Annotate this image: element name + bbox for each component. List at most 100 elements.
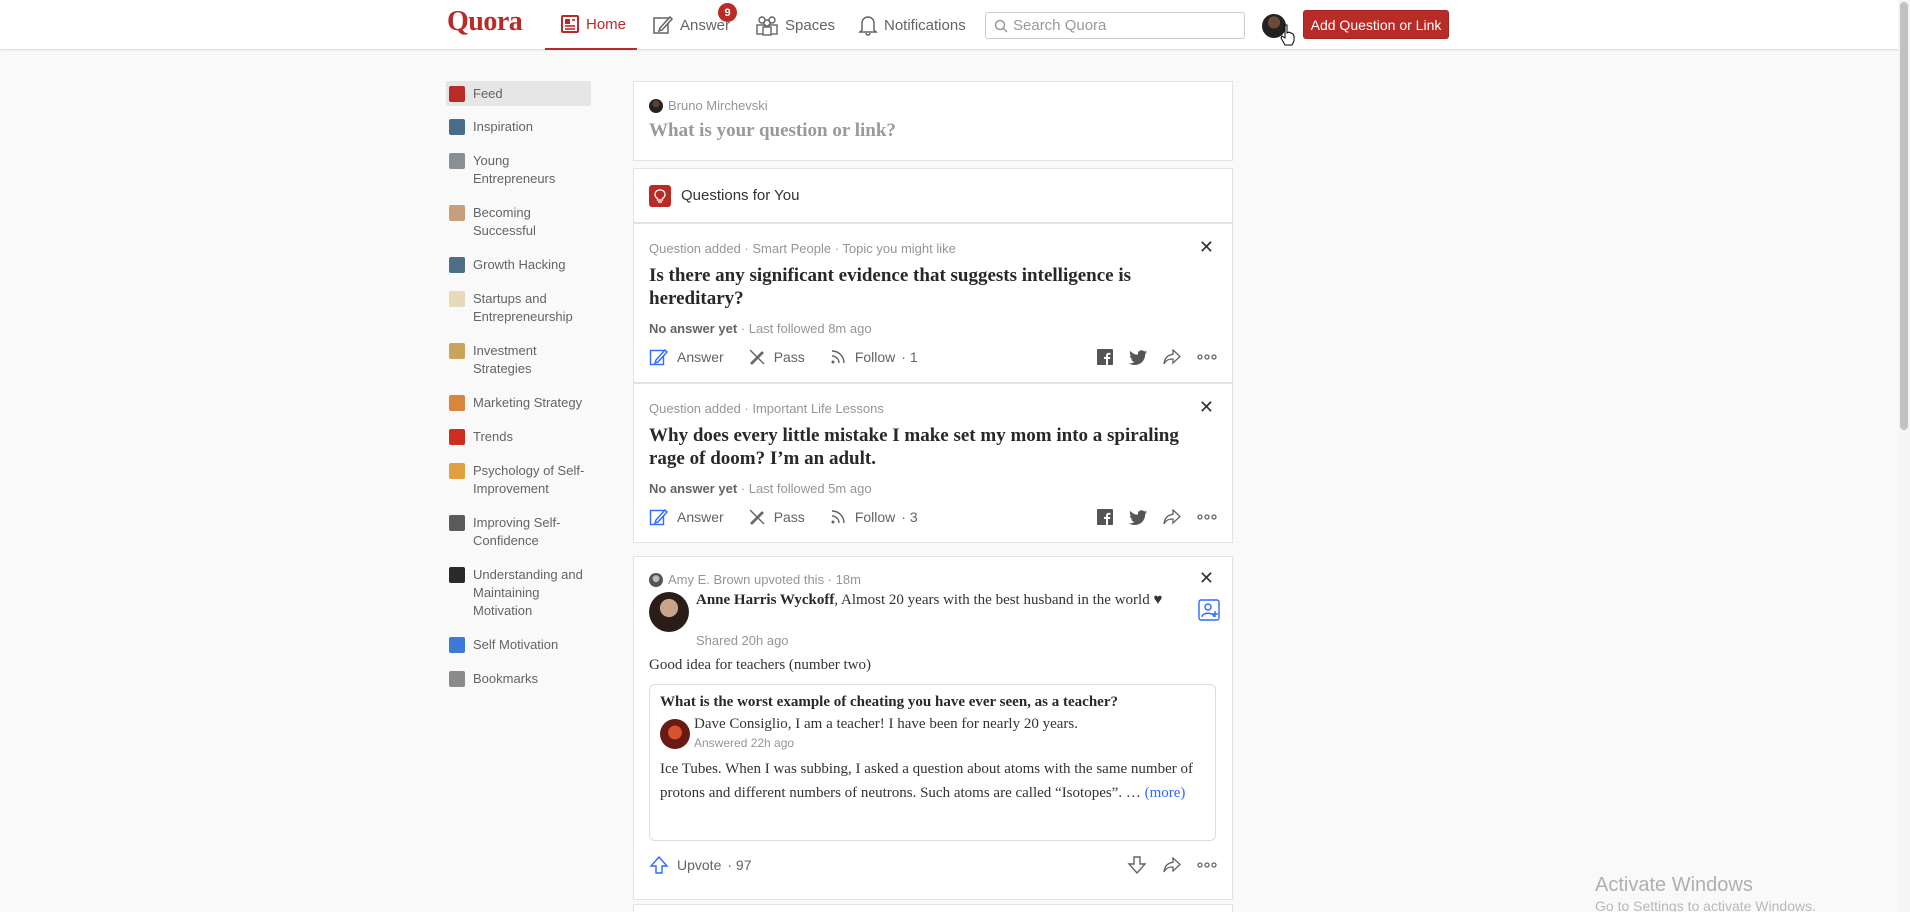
sidebar-item-inspiration[interactable]: Inspiration [446, 118, 591, 136]
share-arrow-icon[interactable] [1163, 509, 1181, 525]
comment-box[interactable] [633, 904, 1233, 912]
sidebar-item-label: Psychology of Self-Improvement [473, 463, 585, 496]
twitter-share-icon[interactable] [1129, 349, 1147, 365]
search-box[interactable] [985, 12, 1245, 39]
topic-thumbnail-icon [449, 119, 465, 135]
follow-user-icon[interactable] [1198, 599, 1220, 626]
search-input[interactable] [1013, 17, 1233, 34]
nav-spaces-label: Spaces [785, 16, 836, 34]
answer-pencil-icon [649, 348, 668, 366]
author-credential: , Almost 20 years with the best husband … [834, 592, 1163, 608]
answer-pencil-icon [653, 15, 674, 34]
author-name[interactable]: Anne Harris Wyckoff [696, 592, 834, 608]
upvote-count: · 97 [727, 857, 752, 873]
question-title[interactable]: Why does every little mistake I make set… [649, 424, 1219, 470]
question-actions: Answer Pass Follow · 1 [649, 345, 1217, 369]
sidebar-item-growth-hacking[interactable]: Growth Hacking [446, 256, 591, 274]
sidebar-item-self-confidence[interactable]: Improving Self-Confidence [446, 514, 591, 550]
answerer-avatar[interactable] [660, 719, 690, 749]
sidebar-item-label: Bookmarks [473, 671, 539, 686]
more-options-icon[interactable] [1197, 354, 1217, 360]
no-answer-label: No answer yet [649, 481, 738, 496]
question-actions: Answer Pass Follow · 3 [649, 505, 1217, 529]
home-feed-icon [561, 15, 579, 33]
sidebar-item-startups[interactable]: Startups and Entrepreneurship [446, 290, 591, 326]
pass-icon [749, 349, 765, 365]
question-card: Question added · Important Life Lessons … [633, 383, 1233, 543]
answer-pencil-icon [649, 508, 668, 526]
question-status: No answer yet · Last followed 8m ago [649, 321, 872, 336]
spaces-people-icon [756, 16, 778, 36]
add-question-button[interactable]: Add Question or Link [1303, 10, 1449, 39]
answerer-credential[interactable]: Dave Consiglio, I am a teacher! I have b… [694, 716, 1078, 733]
follow-button[interactable]: Follow · 1 [829, 348, 918, 366]
facebook-share-icon[interactable] [1097, 509, 1113, 525]
dismiss-close-icon[interactable]: ✕ [1199, 397, 1214, 418]
answer-button[interactable]: Answer [649, 347, 724, 367]
share-arrow-icon[interactable] [1163, 349, 1181, 365]
more-options-icon[interactable] [1197, 862, 1217, 868]
sidebar-item-label: Young Entrepreneurs [473, 153, 556, 186]
sidebar-item-psychology[interactable]: Psychology of Self-Improvement [446, 462, 591, 498]
sidebar-item-self-motivation[interactable]: Self Motivation [446, 636, 591, 654]
shared-answer-question[interactable]: What is the worst example of cheating yo… [660, 694, 1118, 711]
activate-windows-watermark: Activate Windows [1595, 874, 1753, 896]
nav-home[interactable]: Home [545, 0, 637, 50]
nav-spaces[interactable]: Spaces [755, 0, 835, 50]
nav-notifications-label: Notifications [884, 16, 966, 34]
more-options-icon[interactable] [1197, 514, 1217, 520]
pass-button[interactable]: Pass [748, 348, 805, 366]
sidebar-item-motivation[interactable]: Understanding and Maintaining Motivation [446, 566, 591, 620]
pass-label: Pass [773, 349, 805, 365]
sidebar-item-marketing-strategy[interactable]: Marketing Strategy [446, 394, 591, 412]
twitter-share-icon[interactable] [1129, 509, 1147, 525]
sidebar-item-feed[interactable]: Feed [446, 81, 591, 106]
answer-button[interactable]: Answer [649, 507, 724, 527]
no-answer-label: No answer yet [649, 321, 738, 336]
post-text: Good idea for teachers (number two) [649, 657, 871, 673]
sidebar-item-trends[interactable]: Trends [446, 428, 591, 446]
sidebar-item-bookmarks[interactable]: Bookmarks [446, 670, 591, 688]
upvoted-by-line: Amy E. Brown upvoted this · 18m [649, 572, 861, 587]
top-navbar: Quora Home Answer 9 Spaces Notifications… [0, 0, 1910, 50]
upvote-arrow-icon [649, 855, 669, 874]
dismiss-close-icon[interactable]: ✕ [1199, 237, 1214, 258]
dismiss-close-icon[interactable]: ✕ [1199, 568, 1214, 589]
quora-logo[interactable]: Quora [447, 6, 523, 38]
follow-label: Follow [854, 509, 896, 525]
last-followed: · Last followed 8m ago [737, 321, 872, 336]
nav-notifications[interactable]: Notifications [858, 0, 966, 50]
downvote-arrow-icon[interactable] [1127, 855, 1147, 875]
ask-user: Bruno Mirchevski [649, 98, 768, 113]
sidebar-item-young-entrepreneurs[interactable]: Young Entrepreneurs [446, 152, 591, 188]
sidebar-item-label: Becoming Successful [473, 205, 536, 238]
pass-button[interactable]: Pass [748, 508, 805, 526]
shared-answer-card[interactable]: What is the worst example of cheating yo… [649, 684, 1216, 841]
follow-button[interactable]: Follow · 3 [829, 508, 918, 526]
ask-prompt[interactable]: What is your question or link? [649, 120, 896, 142]
topic-thumbnail-icon [449, 637, 465, 653]
facebook-share-icon[interactable] [1097, 349, 1113, 365]
author-avatar[interactable] [649, 592, 689, 632]
feed-post-card: Amy E. Brown upvoted this · 18m ✕ Anne H… [633, 556, 1233, 900]
topic-thumbnail-icon [449, 463, 465, 479]
answer-excerpt: Ice Tubes. When I was subbing, I asked a… [660, 757, 1210, 805]
page-scrollbar[interactable] [1898, 0, 1910, 912]
user-mini-avatar [649, 98, 663, 113]
question-title[interactable]: Is there any significant evidence that s… [649, 264, 1219, 310]
ask-question-box[interactable]: Bruno Mirchevski What is your question o… [633, 81, 1233, 161]
sidebar-item-label: Startups and Entrepreneurship [473, 291, 573, 324]
more-link[interactable]: (more) [1145, 785, 1186, 801]
activate-windows-subtitle: Go to Settings to activate Windows. [1595, 898, 1816, 912]
search-icon [994, 19, 1008, 33]
share-arrow-icon[interactable] [1163, 857, 1181, 873]
topic-thumbnail-icon [449, 515, 465, 531]
sidebar-item-becoming-successful[interactable]: Becoming Successful [446, 204, 591, 240]
sidebar-item-label: Growth Hacking [473, 257, 566, 272]
author-line: Anne Harris Wyckoff, Almost 20 years wit… [696, 590, 1176, 611]
upvote-label: Upvote [677, 857, 722, 873]
scrollbar-thumb[interactable] [1900, 2, 1908, 430]
sidebar-item-investment-strategies[interactable]: Investment Strategies [446, 342, 591, 378]
ask-user-name: Bruno Mirchevski [668, 98, 768, 113]
upvote-button[interactable]: Upvote · 97 [649, 855, 751, 875]
